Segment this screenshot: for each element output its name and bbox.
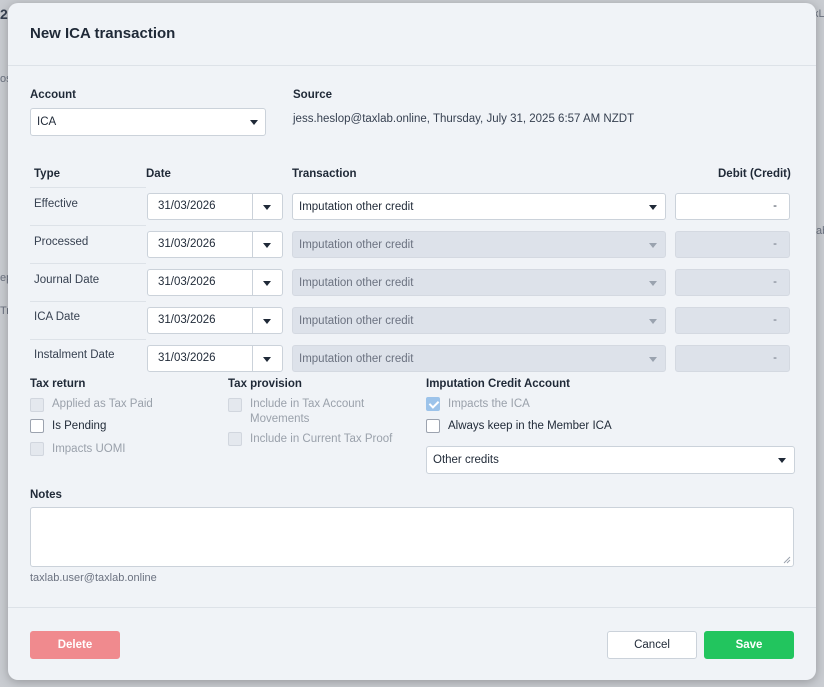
date-value: 31/03/2026 bbox=[158, 238, 216, 250]
source-text: jess.heslop@taxlab.online, Thursday, Jul… bbox=[293, 113, 635, 125]
amount-value: - bbox=[773, 314, 777, 326]
column-header-date: Date bbox=[146, 168, 171, 180]
date-picker[interactable]: 31/03/2026 bbox=[147, 231, 283, 258]
chevron-down-icon bbox=[263, 280, 271, 286]
source-label: Source bbox=[293, 89, 332, 101]
date-picker[interactable]: 31/03/2026 bbox=[147, 269, 283, 296]
date-value: 31/03/2026 bbox=[158, 200, 216, 212]
transaction-select[interactable]: Imputation other credit bbox=[292, 193, 666, 220]
amount-input[interactable]: - bbox=[675, 193, 790, 220]
transaction-select-value: Imputation other credit bbox=[299, 352, 414, 365]
amount-input: - bbox=[675, 307, 790, 334]
account-select[interactable]: ICA bbox=[30, 108, 266, 136]
resize-grip-icon[interactable] bbox=[783, 556, 791, 564]
chevron-down-icon bbox=[778, 458, 786, 463]
notes-textarea[interactable] bbox=[30, 507, 794, 567]
ica-section-title: Imputation Credit Account bbox=[426, 378, 570, 390]
transaction-select-value: Imputation other credit bbox=[299, 200, 414, 213]
chevron-down-icon bbox=[649, 242, 657, 248]
tax-provision-title: Tax provision bbox=[228, 378, 302, 390]
transaction-select: Imputation other credit bbox=[292, 231, 666, 258]
column-header-amount: Debit (Credit) bbox=[718, 168, 791, 180]
chevron-down-icon bbox=[649, 356, 657, 362]
is-pending-checkbox[interactable] bbox=[30, 419, 44, 433]
impacts-uomi-checkbox bbox=[30, 442, 44, 456]
row-divider bbox=[30, 225, 146, 226]
notes-user: taxlab.user@taxlab.online bbox=[30, 572, 157, 584]
date-picker[interactable]: 31/03/2026 bbox=[147, 193, 283, 220]
date-dropdown-button[interactable] bbox=[252, 270, 282, 295]
row-type: Processed bbox=[34, 236, 89, 248]
tax-return-title: Tax return bbox=[30, 378, 86, 390]
transaction-select: Imputation other credit bbox=[292, 269, 666, 296]
date-dropdown-button[interactable] bbox=[252, 194, 282, 219]
include-in-current-tax-proof-label: Include in Current Tax Proof bbox=[250, 433, 393, 445]
row-type: ICA Date bbox=[34, 311, 81, 323]
chevron-down-icon bbox=[263, 356, 271, 362]
transaction-select: Imputation other credit bbox=[292, 307, 666, 334]
transaction-select: Imputation other credit bbox=[292, 345, 666, 372]
is-pending-label[interactable]: Is Pending bbox=[52, 420, 106, 432]
footer-divider bbox=[8, 607, 816, 608]
date-dropdown-button[interactable] bbox=[252, 308, 282, 333]
background-fragment: ab bbox=[816, 225, 824, 237]
amount-value: - bbox=[773, 352, 777, 364]
date-value: 31/03/2026 bbox=[158, 314, 216, 326]
date-picker[interactable]: 31/03/2026 bbox=[147, 307, 283, 334]
ica-category-select-value: Other credits bbox=[433, 454, 499, 466]
transaction-select-value: Imputation other credit bbox=[299, 238, 414, 251]
row-divider bbox=[30, 301, 146, 302]
date-dropdown-button[interactable] bbox=[252, 232, 282, 257]
dialog-title: New ICA transaction bbox=[30, 25, 176, 42]
chevron-down-icon bbox=[250, 120, 258, 125]
account-label: Account bbox=[30, 89, 76, 101]
account-select-value: ICA bbox=[37, 116, 57, 128]
chevron-down-icon bbox=[649, 280, 657, 286]
impacts-uomi-label: Impacts UOMI bbox=[52, 443, 126, 455]
transaction-select-value: Imputation other credit bbox=[299, 276, 414, 289]
impacts-the-ica-label: Impacts the ICA bbox=[448, 398, 530, 410]
notes-label: Notes bbox=[30, 489, 62, 501]
include-in-tax-account-movements-label-line2: Movements bbox=[250, 413, 310, 425]
amount-value: - bbox=[773, 200, 777, 212]
date-value: 31/03/2026 bbox=[158, 352, 216, 364]
date-picker[interactable]: 31/03/2026 bbox=[147, 345, 283, 372]
always-keep-in-member-ica-label[interactable]: Always keep in the Member ICA bbox=[448, 420, 612, 432]
row-divider bbox=[30, 187, 146, 188]
transaction-select-value: Imputation other credit bbox=[299, 314, 414, 327]
amount-value: - bbox=[773, 276, 777, 288]
applied-as-tax-paid-checkbox bbox=[30, 398, 44, 412]
ica-transaction-dialog: New ICA transaction Account ICA Source j… bbox=[8, 3, 816, 680]
row-divider bbox=[30, 263, 146, 264]
amount-input: - bbox=[675, 231, 790, 258]
chevron-down-icon bbox=[649, 204, 657, 210]
dialog-header: New ICA transaction bbox=[8, 3, 816, 66]
date-value: 31/03/2026 bbox=[158, 276, 216, 288]
date-dropdown-button[interactable] bbox=[252, 346, 282, 371]
row-type: Effective bbox=[34, 198, 78, 210]
always-keep-in-member-ica-checkbox[interactable] bbox=[426, 419, 440, 433]
delete-button[interactable]: Delete bbox=[30, 631, 120, 659]
chevron-down-icon bbox=[649, 318, 657, 324]
applied-as-tax-paid-label: Applied as Tax Paid bbox=[52, 398, 153, 410]
include-in-tax-account-movements-checkbox bbox=[228, 398, 242, 412]
chevron-down-icon bbox=[263, 204, 271, 210]
amount-input: - bbox=[675, 269, 790, 296]
amount-input: - bbox=[675, 345, 790, 372]
cancel-button[interactable]: Cancel bbox=[607, 631, 697, 659]
chevron-down-icon bbox=[263, 318, 271, 324]
row-type: Instalment Date bbox=[34, 349, 115, 361]
impacts-the-ica-checkbox bbox=[426, 397, 440, 411]
chevron-down-icon bbox=[263, 242, 271, 248]
save-button[interactable]: Save bbox=[704, 631, 794, 659]
include-in-current-tax-proof-checkbox bbox=[228, 432, 242, 446]
row-divider bbox=[30, 339, 146, 340]
row-type: Journal Date bbox=[34, 274, 100, 286]
include-in-tax-account-movements-label: Include in Tax Account bbox=[250, 398, 365, 410]
ica-category-select[interactable]: Other credits bbox=[426, 446, 795, 474]
column-header-type: Type bbox=[34, 168, 60, 180]
amount-value: - bbox=[773, 238, 777, 250]
column-header-transaction: Transaction bbox=[292, 168, 357, 180]
